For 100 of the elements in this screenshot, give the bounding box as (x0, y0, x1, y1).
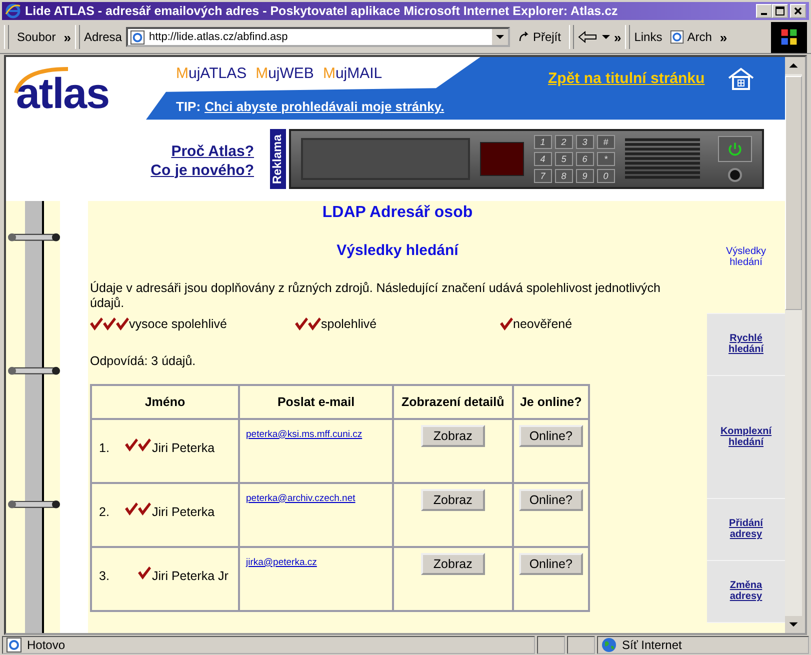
go-arrow-icon (518, 31, 530, 44)
power-icon (726, 140, 744, 158)
keypad-key: 1 (534, 134, 552, 149)
result-count: Odpovídá: 3 údajů. (90, 354, 197, 368)
back-arrow-icon[interactable] (578, 31, 598, 44)
sidebar-link[interactable]: Rychlé hledání (707, 314, 785, 376)
page-icon (6, 636, 22, 653)
check-icon (138, 438, 151, 452)
keypad-key: 4 (534, 152, 552, 166)
go-button[interactable]: Přejít (514, 28, 565, 46)
show-button[interactable]: Zobraz (420, 424, 485, 447)
row-number: 3. (99, 568, 110, 583)
tip-link[interactable]: Chci abyste prohledávali moje stránky. (204, 98, 444, 114)
keypad-key: 9 (576, 168, 594, 183)
speaker-grille-icon (624, 136, 700, 181)
online-button[interactable]: Online? (518, 424, 583, 447)
check-icon (295, 316, 308, 331)
more-chevron[interactable]: » (64, 30, 71, 45)
home-link[interactable]: Zpět na titulní stránku (548, 70, 705, 87)
column-header: Zobrazení detailů (393, 384, 513, 419)
sidebar-link[interactable]: Přidání adresy (707, 498, 785, 561)
email-link[interactable]: peterka@ksi.ms.mff.cuni.cz (246, 428, 362, 440)
email-link[interactable]: peterka@archiv.czech.net (246, 492, 356, 504)
scroll-thumb[interactable] (785, 76, 802, 310)
check-icon (90, 316, 103, 331)
more-chevron[interactable]: » (614, 30, 622, 45)
window-title: Lide ATLAS - adresář emailových adres - Poskytovatel aplikace Microsoft Internet Explorer: Atlas.cz (25, 4, 619, 18)
more-chevron[interactable]: » (720, 30, 728, 45)
maximize-button[interactable] (772, 4, 788, 18)
keypad-key: 5 (554, 152, 573, 166)
intro-text: Údaje v adresáři jsou doplňovány z různých zdrojů. Následující značení udává spolehlivost jednotlivých údajů. (90, 280, 662, 311)
house-icon[interactable] (726, 66, 756, 92)
check-icon (138, 502, 151, 516)
promo-link[interactable]: Co je nového? (150, 162, 254, 179)
close-icon (793, 6, 803, 16)
page-icon (670, 30, 684, 44)
atlas-logo: atlas (12, 64, 132, 115)
check-icon (308, 316, 321, 331)
close-button[interactable] (790, 4, 806, 18)
nav-link[interactable]: MujWEB (256, 64, 314, 82)
keypad-key: 2 (554, 134, 573, 149)
scroll-up-icon[interactable] (785, 56, 802, 74)
vertical-scrollbar[interactable] (785, 56, 802, 633)
globe-icon (601, 636, 617, 653)
windows-logo-icon (771, 22, 807, 53)
column-header: Je online? (512, 384, 589, 419)
keypad-key: 0 (596, 168, 615, 183)
nav-link[interactable]: MujMAIL (322, 64, 382, 82)
online-button[interactable]: Online? (518, 552, 583, 575)
ad-banner[interactable]: 1 2 3 # 4 5 6 * 7 8 9 0 (289, 128, 764, 189)
minimize-icon (761, 12, 767, 15)
column-header: Jméno (91, 384, 239, 419)
show-button[interactable]: Zobraz (420, 488, 485, 511)
page-title: LDAP Adresář osob (321, 204, 474, 222)
check-icon (500, 316, 513, 331)
status-text: Hotovo (27, 638, 66, 652)
column-header: Poslat e-mail (239, 384, 393, 419)
promo-link[interactable]: Proč Atlas? (171, 142, 254, 160)
keypad-key: 8 (554, 168, 573, 183)
address-label: Adresa (84, 30, 122, 44)
minimize-button[interactable] (756, 4, 772, 18)
page-subtitle: Výsledky hledání (336, 242, 460, 259)
zone-text: Síť Internet (622, 638, 682, 652)
links-label: Links (634, 30, 662, 44)
check-icon (103, 316, 116, 331)
person-name: Jiri Peterka Jr (152, 568, 228, 583)
sidebar-link[interactable]: Komplexní hledání (707, 376, 785, 499)
status-panel (567, 636, 595, 654)
scroll-down-icon[interactable] (785, 616, 802, 633)
keypad-key: # (596, 134, 615, 149)
nav-link[interactable]: MujATLAS (176, 64, 247, 82)
row-number: 1. (99, 440, 110, 455)
legend-label: vysoce spolehlivé (129, 316, 227, 331)
check-icon (116, 316, 129, 331)
online-button[interactable]: Online? (518, 488, 583, 511)
status-panel (537, 636, 565, 654)
person-name: Jiri Peterka (152, 504, 215, 519)
link-button[interactable]: Arch (666, 28, 716, 46)
keypad-key: * (596, 152, 615, 166)
led-display (480, 142, 524, 176)
page-icon (130, 30, 145, 45)
jack-icon (728, 168, 742, 182)
check-icon (125, 438, 138, 452)
ad-label: Reklama (270, 128, 286, 189)
browser-icon (5, 2, 21, 19)
keypad-key: 6 (576, 152, 594, 166)
legend-label: spolehlivé (321, 316, 377, 331)
maximize-icon (775, 6, 785, 16)
address-field[interactable]: http://lide.atlas.cz/abfind.asp (126, 27, 510, 48)
check-icon (125, 502, 138, 516)
caret-icon[interactable] (602, 35, 610, 40)
check-icon (138, 566, 151, 580)
file-menu[interactable]: Soubor (13, 28, 60, 46)
sidebar-link[interactable]: Změna adresy (707, 560, 785, 623)
email-link[interactable]: jirka@peterka.cz (246, 556, 317, 568)
legend-label: neověřené (513, 316, 572, 331)
keypad-key: 7 (534, 168, 552, 183)
show-button[interactable]: Zobraz (420, 552, 485, 575)
tip-label: TIP: (176, 98, 201, 114)
keypad-key: 3 (576, 134, 594, 149)
